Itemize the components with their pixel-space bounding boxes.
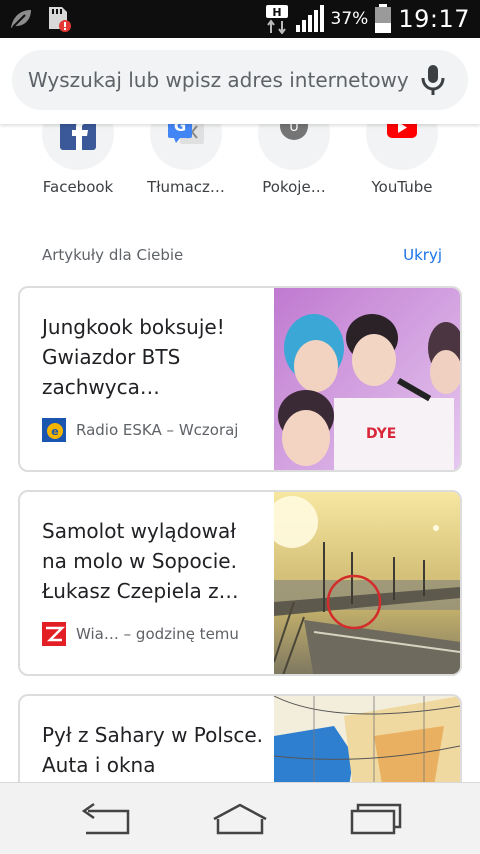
clock: 19:17: [398, 5, 470, 33]
svg-text:H: H: [272, 6, 281, 19]
article-source: Wia…: [76, 625, 119, 643]
article-source: Radio ESKA: [76, 421, 162, 439]
radio-eska-favicon-icon: e: [42, 418, 66, 442]
source-favicon-icon: [42, 622, 66, 646]
shortcut-label: Pokoje…: [262, 178, 326, 196]
back-icon[interactable]: [76, 799, 136, 839]
article-card[interactable]: Jungkook boksuje! Gwiazdor BTS zachwyca……: [18, 286, 462, 472]
article-title: Jungkook boksuje! Gwiazdor BTS zachwyca…: [42, 315, 225, 399]
toolbar: Wyszukaj lub wpisz adres internetowy: [0, 38, 480, 124]
article-time: Wczoraj: [178, 421, 239, 439]
svg-text:e: e: [51, 425, 58, 438]
omnibox[interactable]: Wyszukaj lub wpisz adres internetowy: [12, 50, 468, 110]
article-thumbnail: DYE: [274, 288, 460, 470]
leaf-notification-icon: [11, 10, 31, 28]
system-navigation-bar: [0, 782, 480, 854]
article-card[interactable]: Samolot wylądował na molo w Sopocie. Łuk…: [18, 490, 462, 676]
shortcut-label: YouTube: [371, 178, 433, 196]
shortcut-label: Facebook: [42, 178, 114, 196]
search-input[interactable]: Wyszukaj lub wpisz adres internetowy: [28, 50, 418, 110]
shortcut-tiles: Facebook G Tłumacz… U Pokoje… YouTube: [0, 98, 480, 214]
article-title: Samolot wylądował na molo w Sopocie. Łuk…: [42, 519, 239, 603]
article-meta: Wia… – godzinę temu: [42, 622, 278, 646]
section-title: Artykuły dla Ciebie: [42, 246, 184, 264]
signal-strength-icon: [295, 5, 324, 32]
article-meta: e Radio ESKA – Wczoraj: [42, 418, 278, 442]
article-thumbnail: [274, 492, 460, 674]
battery-icon: [375, 4, 392, 33]
articles-section-header: Artykuły dla Ciebie Ukryj: [42, 246, 442, 270]
sd-card-warning-icon: [49, 7, 71, 32]
meta-separator: –: [161, 421, 179, 439]
meta-separator: –: [118, 625, 136, 643]
article-title: Pył z Sahary w Polsce. Auta i okna: [42, 723, 264, 777]
svg-text:DYE: DYE: [366, 426, 396, 442]
article-time: godzinę temu: [135, 625, 239, 643]
status-bar: H 37% 19:17: [0, 0, 480, 38]
recent-apps-icon[interactable]: [344, 799, 404, 839]
microphone-icon[interactable]: [418, 64, 448, 96]
shortcut-label: Tłumacz…: [147, 178, 225, 196]
home-icon[interactable]: [210, 799, 270, 839]
hide-articles-link[interactable]: Ukryj: [403, 246, 442, 264]
network-type-icon: H: [265, 5, 288, 34]
battery-percent: 37%: [330, 9, 369, 29]
